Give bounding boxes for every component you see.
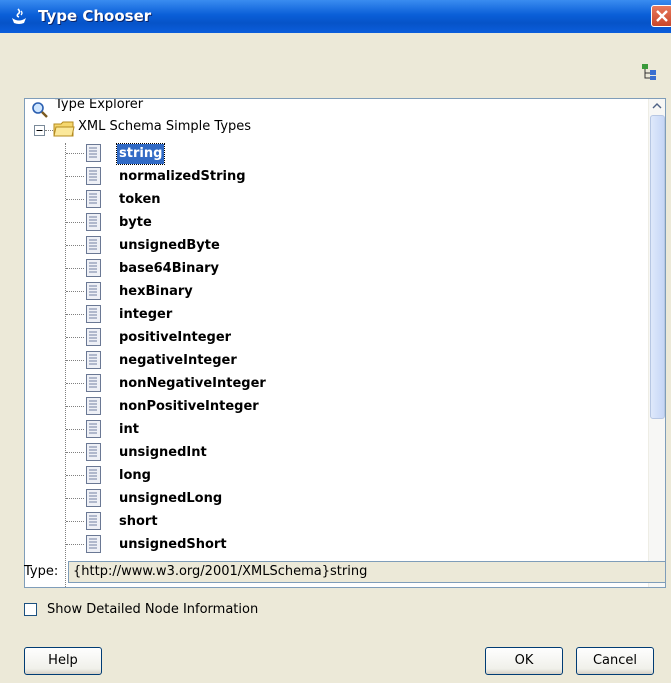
java-cup-icon (12, 8, 26, 24)
type-field-label: Type: (24, 564, 59, 579)
tree-item-nonNegativeInteger[interactable]: nonNegativeInteger (117, 374, 268, 394)
detailed-info-checkbox[interactable] (24, 603, 37, 616)
tree-connector (66, 268, 84, 269)
window-title: Type Chooser (38, 7, 152, 25)
tree-item-base64Binary[interactable]: base64Binary (117, 259, 221, 279)
hierarchy-icon[interactable] (640, 63, 658, 81)
tree-item-negativeInteger[interactable]: negativeInteger (117, 351, 239, 371)
magnifier-icon (32, 102, 48, 118)
tree-connector (66, 383, 84, 384)
document-icon (86, 282, 101, 300)
tree-item-unsignedLong[interactable]: unsignedLong (117, 489, 224, 509)
type-field[interactable]: {http://www.w3.org/2001/XMLSchema}string (68, 561, 666, 583)
document-icon (86, 374, 101, 392)
tree-connector (66, 360, 84, 361)
tree-connector (66, 429, 84, 430)
document-icon (86, 351, 101, 369)
title-bar[interactable]: Type Chooser (0, 0, 671, 33)
document-icon (86, 190, 101, 208)
tree-folder-label[interactable]: XML Schema Simple Types (78, 119, 251, 134)
detailed-info-label[interactable]: Show Detailed Node Information (47, 602, 258, 617)
document-icon (86, 397, 101, 415)
tree-item-unsignedInt[interactable]: unsignedInt (117, 443, 209, 463)
tree-connector (66, 222, 84, 223)
tree-connector (66, 337, 84, 338)
scroll-up-icon[interactable] (650, 99, 664, 114)
document-icon (86, 443, 101, 461)
help-button[interactable]: Help (24, 647, 102, 675)
scrollbar-thumb[interactable] (650, 115, 665, 419)
tree-connector (45, 130, 53, 131)
tree-connector (66, 199, 84, 200)
tree-connector (66, 544, 84, 545)
tree-root-label[interactable]: Type Explorer (55, 99, 143, 112)
tree-item-nonPositiveInteger[interactable]: nonPositiveInteger (117, 397, 261, 417)
tree-item-integer[interactable]: integer (117, 305, 174, 325)
close-icon (656, 10, 668, 22)
document-icon (86, 144, 101, 162)
type-tree[interactable]: Type Explorer XML Schema Simple Types st… (24, 98, 666, 588)
document-icon (86, 167, 101, 185)
document-icon (86, 328, 101, 346)
tree-item-hexBinary[interactable]: hexBinary (117, 282, 195, 302)
document-icon (86, 259, 101, 277)
document-icon (86, 305, 101, 323)
tree-item-unsignedShort[interactable]: unsignedShort (117, 535, 229, 555)
collapse-icon[interactable] (34, 125, 45, 136)
tree-connector (66, 176, 84, 177)
type-chooser-dialog: Type Chooser Type Explorer XML Schema Si… (0, 0, 671, 683)
document-icon (86, 466, 101, 484)
close-button[interactable] (651, 5, 671, 27)
tree-connector (66, 521, 84, 522)
tree-connector (66, 153, 84, 154)
document-icon (86, 512, 101, 530)
tree-connector (66, 452, 84, 453)
tree-item-byte[interactable]: byte (117, 213, 154, 233)
tree-item-unsignedByte[interactable]: unsignedByte (117, 236, 222, 256)
tree-content: Type Explorer XML Schema Simple Types st… (25, 99, 649, 587)
tree-connector (66, 291, 84, 292)
tree-item-int[interactable]: int (117, 420, 141, 440)
dialog-body: Type Explorer XML Schema Simple Types st… (0, 33, 671, 683)
tree-item-short[interactable]: short (117, 512, 160, 532)
document-icon (86, 236, 101, 254)
tree-item-positiveInteger[interactable]: positiveInteger (117, 328, 233, 348)
cancel-button[interactable]: Cancel (576, 647, 654, 675)
tree-connector (66, 314, 84, 315)
tree-item-token[interactable]: token (117, 190, 163, 210)
tree-item-normalizedString[interactable]: normalizedString (117, 167, 248, 187)
tree-connector (66, 475, 84, 476)
tree-connector (66, 406, 84, 407)
document-icon (86, 535, 101, 553)
tree-item-string[interactable]: string (115, 143, 166, 165)
tree-connector (66, 245, 84, 246)
document-icon (86, 213, 101, 231)
document-icon (86, 489, 101, 507)
folder-icon (53, 121, 75, 137)
tree-connector (66, 498, 84, 499)
ok-button[interactable]: OK (485, 647, 563, 675)
vertical-scrollbar[interactable] (648, 99, 665, 587)
tree-item-long[interactable]: long (117, 466, 153, 486)
document-icon (86, 420, 101, 438)
